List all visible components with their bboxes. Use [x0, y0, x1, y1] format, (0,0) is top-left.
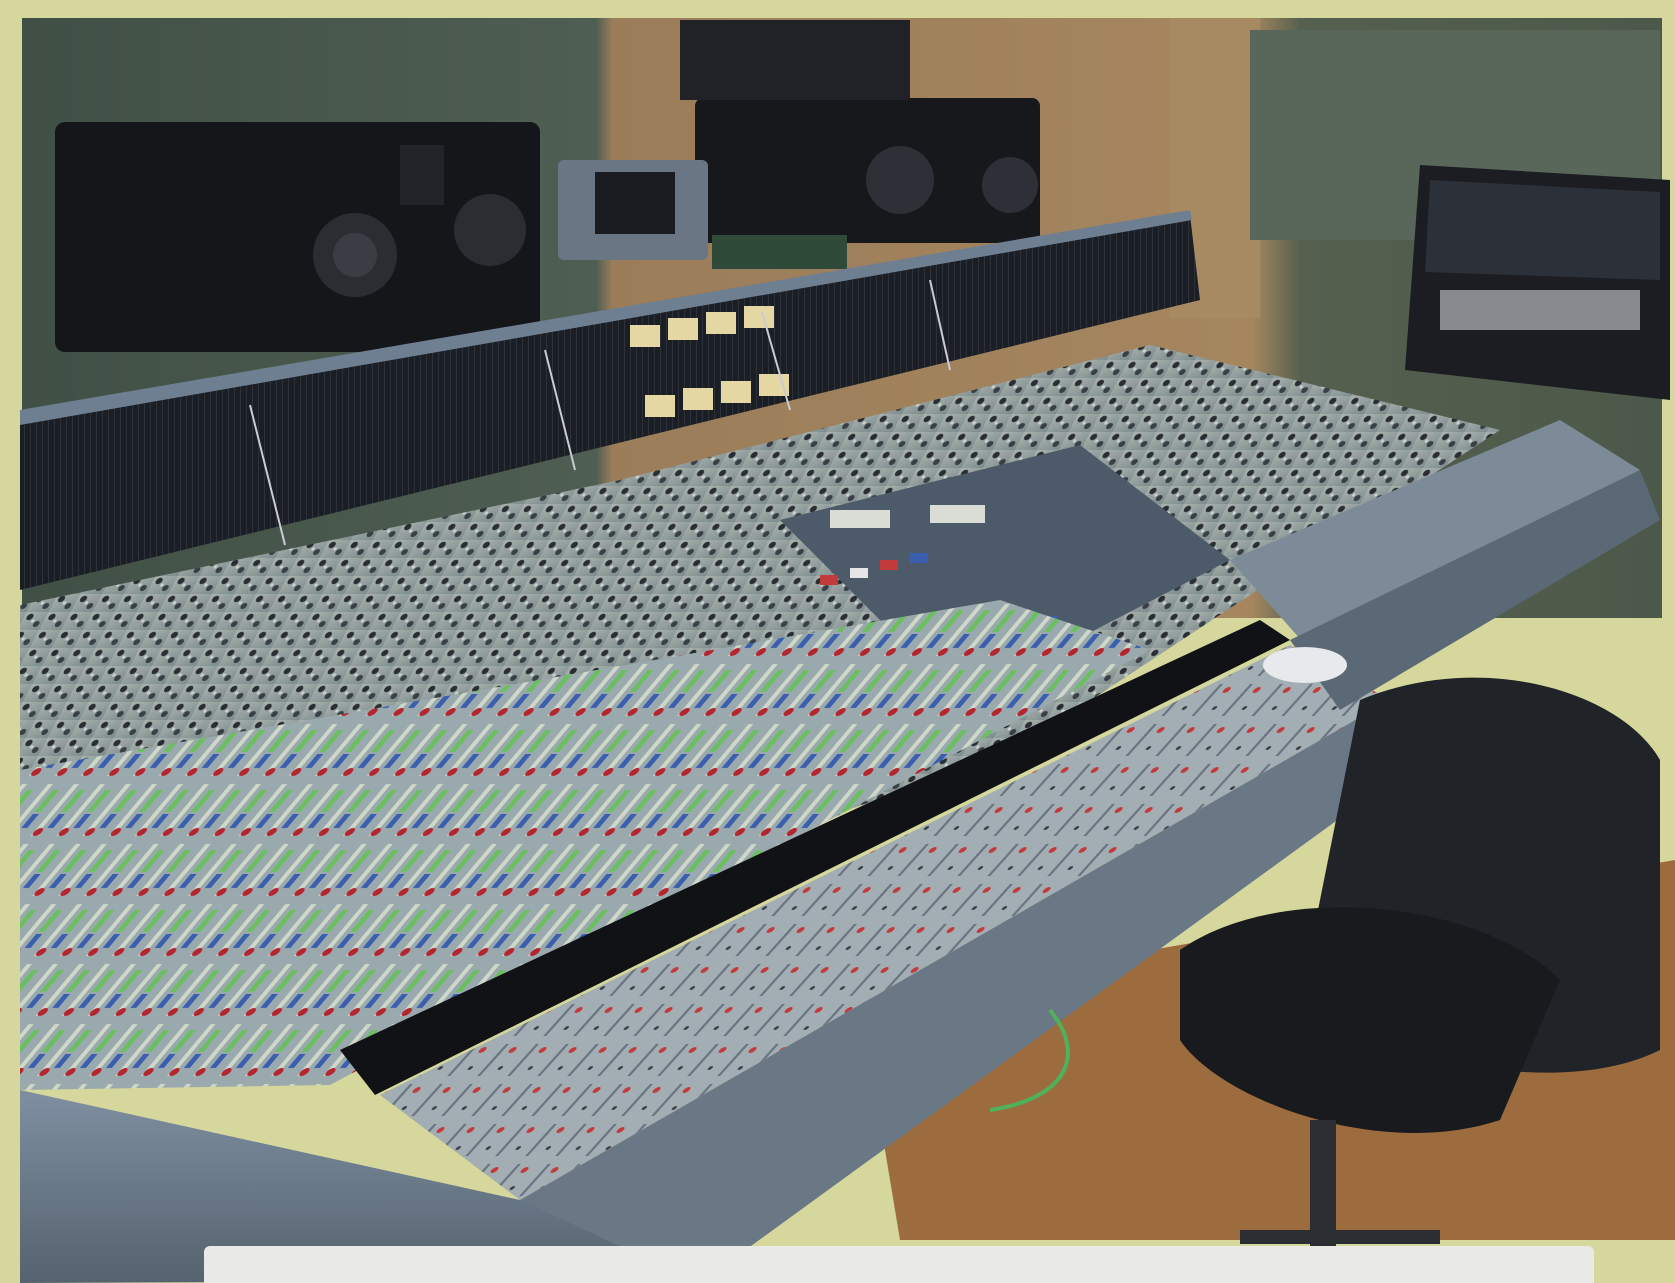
small-white-device [1263, 647, 1347, 683]
caption-strip [204, 1246, 1594, 1283]
outboard-rack [1405, 165, 1670, 400]
left-monitor-speaker [55, 122, 540, 352]
mixing-console-photo [20, 18, 1675, 1283]
photo-frame [0, 0, 1675, 1283]
